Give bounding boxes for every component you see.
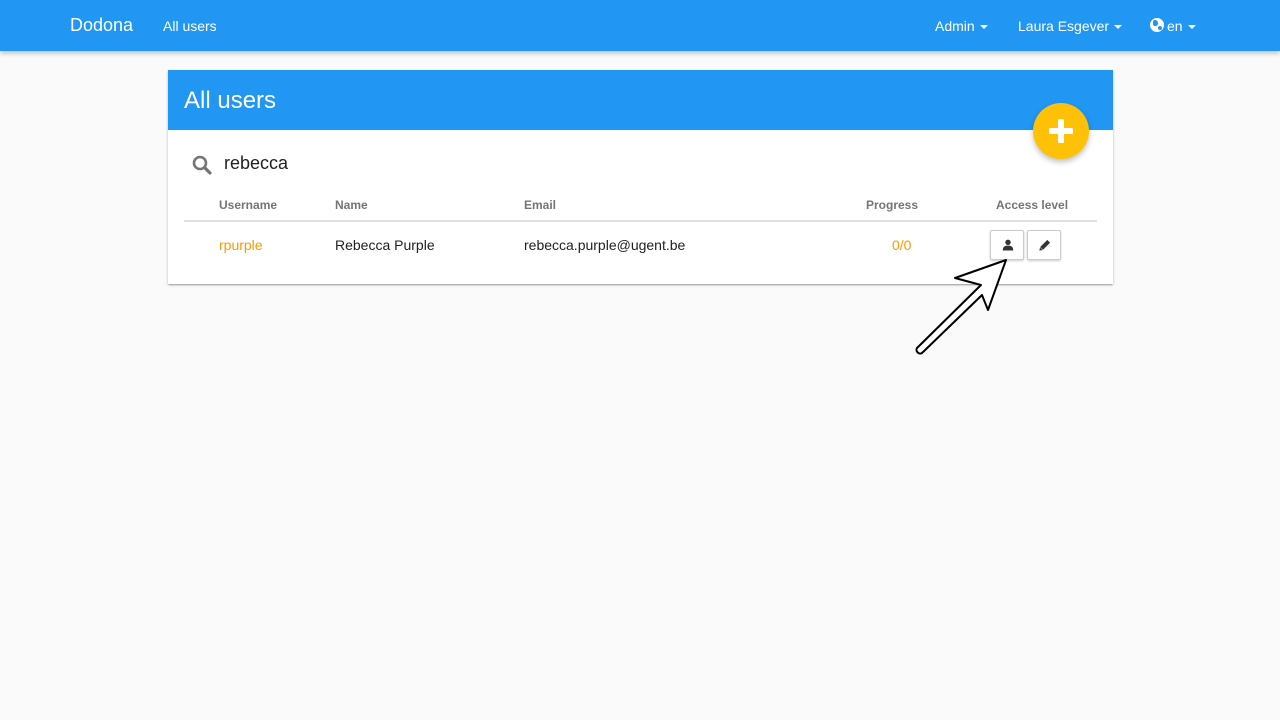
top-navbar: Dodona All users Admin Laura Esgever en: [0, 0, 1280, 51]
table-header-divider: [184, 220, 1097, 222]
caret-down-icon: [979, 25, 988, 30]
edit-user-button[interactable]: [1027, 230, 1061, 260]
user-menu-label: Laura Esgever: [1018, 18, 1110, 34]
column-header-progress: Progress: [866, 198, 919, 212]
admin-menu[interactable]: Admin: [935, 18, 988, 34]
admin-menu-label: Admin: [935, 18, 975, 34]
impersonate-user-button[interactable]: [990, 230, 1024, 260]
column-header-email[interactable]: Email: [524, 198, 556, 212]
language-menu[interactable]: en: [1150, 18, 1196, 34]
nav-link-all-users[interactable]: All users: [163, 18, 217, 34]
user-menu[interactable]: Laura Esgever: [1018, 18, 1123, 34]
add-user-button[interactable]: [1033, 103, 1089, 159]
search-input[interactable]: [224, 150, 824, 176]
user-progress[interactable]: 0/0: [892, 237, 911, 253]
brand-link[interactable]: Dodona: [70, 15, 133, 36]
column-header-username[interactable]: Username: [219, 198, 277, 212]
user-full-name: Rebecca Purple: [335, 237, 435, 253]
globe-icon: [1150, 18, 1164, 32]
search-icon: [192, 155, 212, 175]
caret-down-icon: [1187, 25, 1196, 30]
column-header-access-level: Access level: [996, 198, 1069, 212]
pencil-icon: [1039, 239, 1051, 251]
language-menu-label: en: [1167, 18, 1183, 34]
user-icon: [1002, 239, 1014, 251]
column-header-name[interactable]: Name: [335, 198, 368, 212]
page-title: All users: [184, 87, 277, 114]
card-header: All users: [168, 70, 1113, 130]
username-link[interactable]: rpurple: [219, 237, 263, 253]
caret-down-icon: [1114, 25, 1123, 30]
users-card: All users Username Name Email Progress A…: [168, 70, 1113, 284]
user-email: rebecca.purple@ugent.be: [524, 237, 686, 253]
